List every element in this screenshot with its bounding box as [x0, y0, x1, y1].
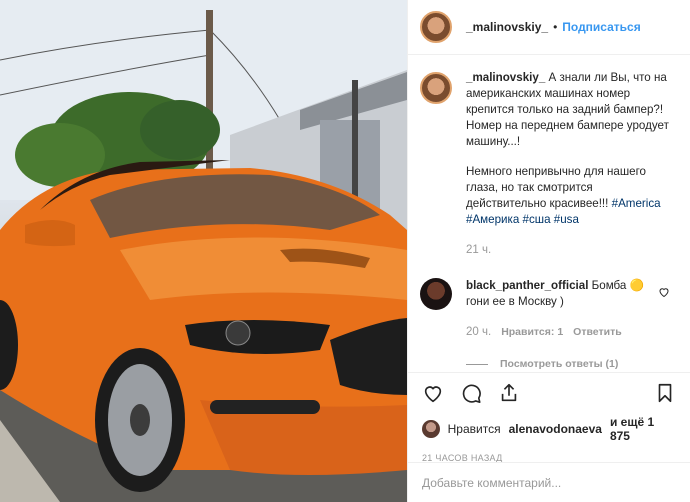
caption-time[interactable]: 21 ч.: [466, 242, 676, 258]
likes-prefix: Нравится: [447, 422, 501, 436]
post-photo[interactable]: [0, 0, 407, 502]
hashtag-america[interactable]: #America: [612, 197, 661, 210]
caption-body: _malinovskiy_ А знали ли Вы, что на амер…: [466, 70, 676, 258]
commenter-username[interactable]: black_panther_official: [466, 279, 588, 292]
comments-section: _malinovskiy_ А знали ли Вы, что на амер…: [408, 56, 690, 376]
post-side-panel: _malinovskiy_ • Подписаться _malinovskiy…: [407, 0, 690, 502]
share-icon[interactable]: [498, 382, 520, 407]
add-comment-bar: [408, 462, 690, 502]
orange-convertible-photo: [0, 0, 407, 502]
comment-time[interactable]: 20 ч.: [466, 324, 491, 340]
liker-username[interactable]: alenavodonaeva: [509, 422, 602, 436]
bookmark-icon[interactable]: [654, 382, 676, 407]
author-username[interactable]: _malinovskiy_: [466, 20, 548, 34]
comment-item: black_panther_official Бомба 🟡 гони ее в…: [420, 278, 678, 340]
comment-body: black_panther_official Бомба 🟡 гони ее в…: [466, 278, 646, 340]
view-replies-label[interactable]: Посмотреть ответы (1): [500, 358, 618, 370]
post-actions: Нравится alenavodonaeva и ещё 1 875 21 Ч…: [408, 372, 690, 502]
comment-meta: 20 ч. Нравится: 1 Ответить: [466, 324, 646, 340]
comment-icon[interactable]: [460, 382, 482, 407]
hashtag-ssha[interactable]: #сша: [523, 213, 551, 226]
header-separator: •: [553, 20, 558, 34]
caption-username[interactable]: _malinovskiy_: [466, 71, 545, 84]
hashtag-amerika[interactable]: #Америка: [466, 213, 519, 226]
likes-summary: Нравится alenavodonaeva и ещё 1 875: [408, 415, 690, 443]
replies-divider: [466, 363, 488, 365]
likes-count[interactable]: и ещё 1 875: [610, 415, 676, 443]
follow-button[interactable]: Подписаться: [562, 20, 640, 34]
heart-icon[interactable]: [422, 382, 444, 407]
post-header: _malinovskiy_ • Подписаться: [408, 0, 690, 55]
comment-likes[interactable]: Нравится: 1: [501, 324, 563, 340]
action-icons: [408, 373, 690, 415]
liker-avatar[interactable]: [422, 420, 440, 438]
add-comment-input[interactable]: [422, 475, 676, 490]
author-avatar[interactable]: [420, 11, 452, 43]
commenter-avatar[interactable]: [420, 278, 452, 310]
view-replies[interactable]: Посмотреть ответы (1): [466, 358, 678, 370]
caption: _malinovskiy_ А знали ли Вы, что на амер…: [420, 70, 678, 258]
comment-heart-icon[interactable]: [658, 286, 670, 301]
caption-avatar[interactable]: [420, 72, 452, 104]
reply-button[interactable]: Ответить: [573, 324, 622, 340]
hashtag-usa[interactable]: #usa: [554, 213, 579, 226]
